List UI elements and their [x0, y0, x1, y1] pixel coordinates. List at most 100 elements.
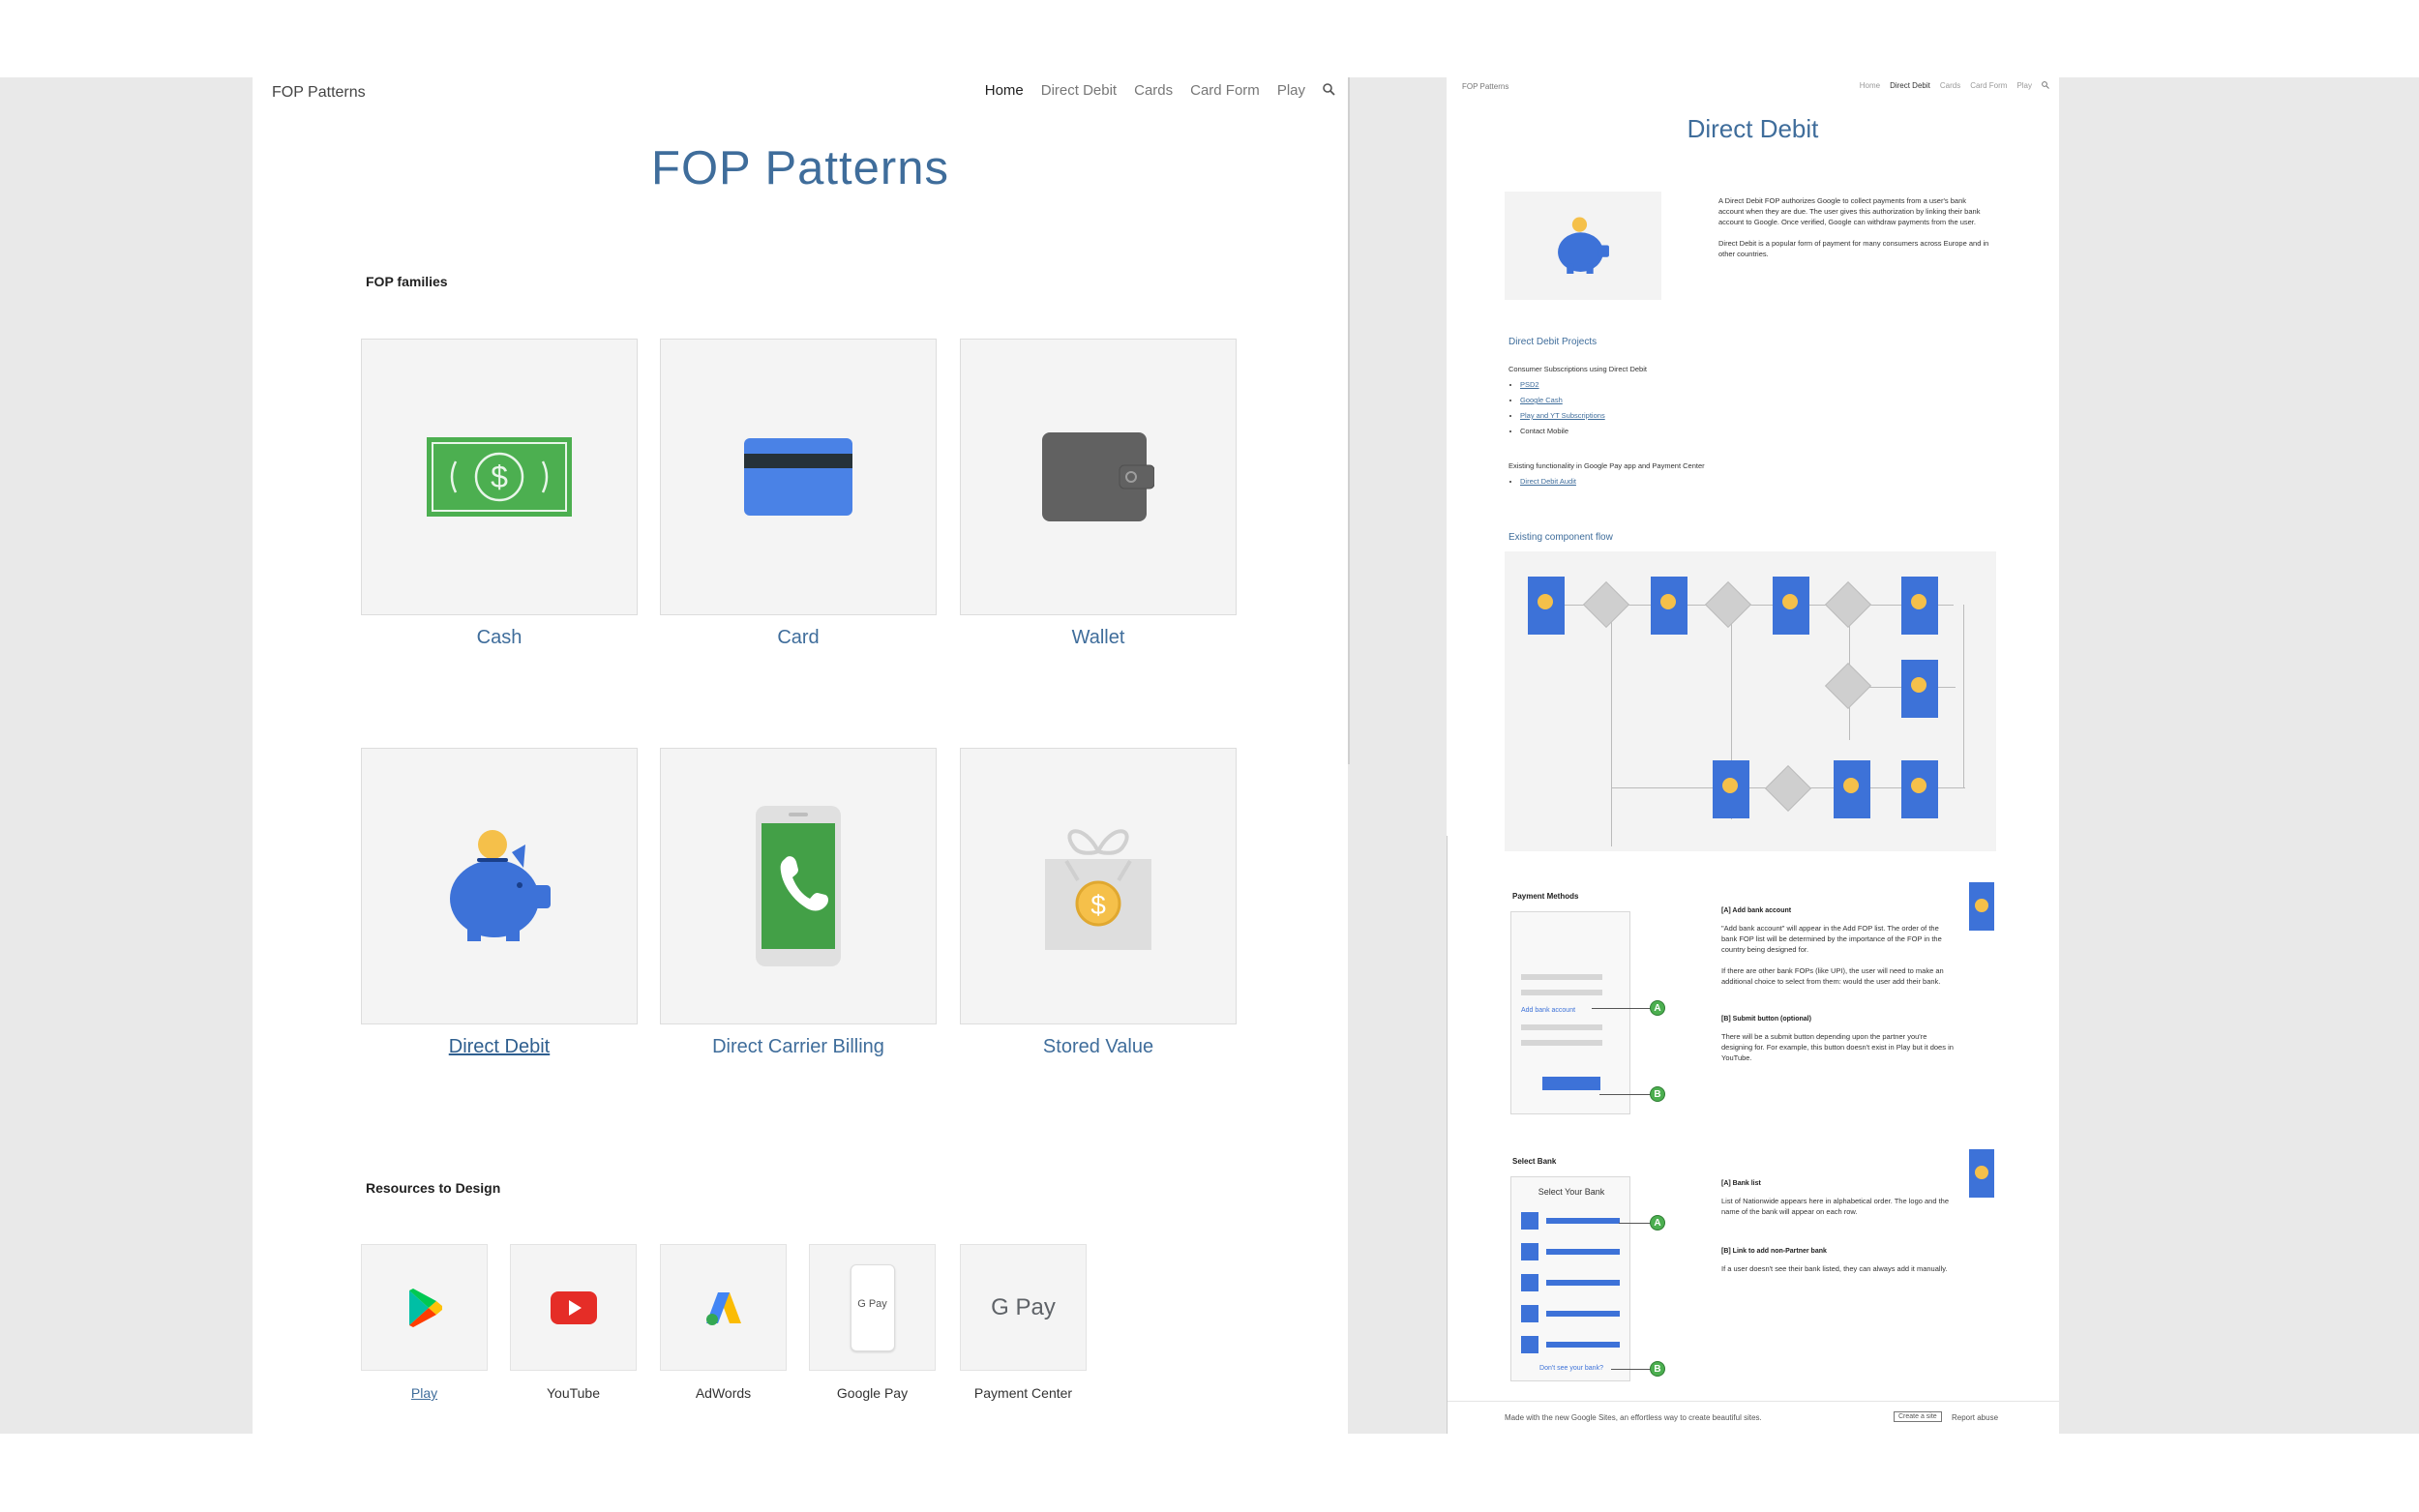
page-divider	[1348, 77, 1350, 764]
tile-card[interactable]	[660, 339, 937, 615]
flow-step-3	[1773, 577, 1809, 635]
adwords-icon	[661, 1245, 786, 1370]
flow-decision	[1704, 580, 1752, 629]
pm-a-title: [A] Add bank account	[1721, 907, 1792, 914]
create-site-button[interactable]: Create a site	[1894, 1411, 1942, 1422]
resource-play[interactable]	[361, 1244, 488, 1371]
list-item[interactable]: Google Cash	[1520, 393, 1605, 408]
svg-text:$: $	[491, 460, 508, 494]
select-bank-mock-title: Select Your Bank	[1538, 1187, 1605, 1197]
resource-label-adwords[interactable]: AdWords	[660, 1385, 787, 1401]
report-abuse-link[interactable]: Report abuse	[1952, 1413, 1998, 1422]
side-thumbnail	[1969, 882, 1994, 931]
tile-label-direct-carrier-billing[interactable]: Direct Carrier Billing	[660, 1036, 937, 1058]
intro-paragraph-1: A Direct Debit FOP authorizes Google to …	[1718, 196, 1981, 226]
resource-adwords[interactable]	[660, 1244, 787, 1371]
tile-cash[interactable]: $	[361, 339, 638, 615]
submit-button[interactable]	[1542, 1077, 1600, 1090]
bank-logo	[1521, 1305, 1538, 1322]
google-pay-logo: G Pay	[991, 1293, 1056, 1320]
flow-step-8	[1901, 760, 1938, 818]
payment-methods-heading: Payment Methods	[1512, 892, 1579, 901]
tile-direct-carrier-billing[interactable]	[660, 748, 937, 1024]
bank-logo	[1521, 1243, 1538, 1260]
bank-name[interactable]	[1546, 1249, 1620, 1255]
piggy-bank-icon	[362, 749, 637, 1023]
resource-payment-center[interactable]: G Pay	[960, 1244, 1087, 1371]
nav-cards[interactable]: Cards	[1134, 82, 1173, 99]
resource-label-youtube[interactable]: YouTube	[510, 1385, 637, 1401]
site-name[interactable]: FOP Patterns	[1462, 82, 1508, 91]
sb-b-title: [B] Link to add non-Partner bank	[1721, 1248, 1827, 1255]
payment-methods-mock: Add bank account	[1510, 911, 1630, 1114]
tile-label-direct-debit[interactable]: Direct Debit	[361, 1036, 638, 1058]
callout-a: A	[1650, 1215, 1665, 1230]
bank-name[interactable]	[1546, 1342, 1620, 1348]
callout-line	[1592, 1008, 1652, 1009]
resource-label-play[interactable]: Play	[361, 1385, 488, 1401]
resource-google-pay[interactable]: G Pay	[809, 1244, 936, 1371]
nav-play[interactable]: Play	[2016, 81, 2032, 91]
tile-label-stored-value[interactable]: Stored Value	[960, 1036, 1237, 1058]
bank-logo	[1521, 1336, 1538, 1353]
bank-name[interactable]	[1546, 1280, 1620, 1286]
flow-decision	[1824, 662, 1872, 710]
page-title: FOP Patterns	[651, 142, 949, 194]
flow-step-4	[1901, 577, 1938, 635]
search-icon[interactable]	[2042, 81, 2049, 91]
side-thumbnail	[1969, 1149, 1994, 1198]
nav-direct-debit[interactable]: Direct Debit	[1890, 81, 1930, 91]
bank-name[interactable]	[1546, 1311, 1620, 1317]
existing-functionality-text: Existing functionality in Google Pay app…	[1508, 461, 1705, 470]
tile-stored-value[interactable]: $	[960, 748, 1237, 1024]
bank-name[interactable]	[1546, 1218, 1620, 1224]
top-nav: Home Direct Debit Cards Card Form Play	[1860, 81, 2049, 91]
page-divider	[1447, 836, 1448, 1434]
nav-direct-debit[interactable]: Direct Debit	[1041, 82, 1117, 99]
tile-label-wallet[interactable]: Wallet	[960, 627, 1237, 649]
placeholder-line	[1521, 974, 1602, 980]
nav-card-form[interactable]: Card Form	[1970, 81, 2007, 91]
nav-home[interactable]: Home	[985, 82, 1024, 99]
bank-logo	[1521, 1212, 1538, 1230]
gift-icon: $	[961, 749, 1236, 1023]
projects-heading: Direct Debit Projects	[1508, 337, 1598, 347]
tile-label-cash[interactable]: Cash	[361, 627, 638, 649]
nav-card-form[interactable]: Card Form	[1190, 82, 1260, 99]
list-item[interactable]: Play and YT Subscriptions	[1520, 408, 1605, 424]
flow-step-6	[1713, 760, 1749, 818]
site-name[interactable]: FOP Patterns	[272, 84, 366, 102]
nav-play[interactable]: Play	[1277, 82, 1305, 99]
select-bank-mock: Select Your Bank Don't see your bank?	[1510, 1176, 1630, 1381]
placeholder-line	[1521, 990, 1602, 995]
flow-decision	[1764, 764, 1812, 813]
intro-paragraph-2: Direct Debit is a popular form of paymen…	[1718, 239, 1989, 258]
add-bank-account-link[interactable]: Add bank account	[1521, 1007, 1575, 1014]
gpay-small-label: G Pay	[857, 1297, 887, 1310]
resource-youtube[interactable]	[510, 1244, 637, 1371]
resource-label-google-pay[interactable]: Google Pay	[809, 1385, 936, 1401]
flow-decision	[1824, 580, 1872, 629]
placeholder-line	[1521, 1040, 1602, 1046]
tile-wallet[interactable]	[960, 339, 1237, 615]
resource-label-payment-center[interactable]: Payment Center	[960, 1385, 1087, 1401]
svg-text:$: $	[1090, 890, 1106, 920]
sb-a-text: List of Nationwide appears here in alpha…	[1721, 1197, 1950, 1216]
flow-connector	[1785, 787, 1965, 788]
list-item[interactable]: PSD2	[1520, 377, 1605, 393]
pm-a-text-2: If there are other bank FOPs (like UPI),…	[1721, 966, 1944, 986]
search-icon[interactable]	[1323, 82, 1335, 99]
nav-home[interactable]: Home	[1860, 81, 1880, 91]
gpay-logo-wrap: G Pay	[961, 1245, 1086, 1370]
placeholder-line	[1521, 1024, 1602, 1030]
flow-step-2	[1651, 577, 1687, 635]
nav-cards[interactable]: Cards	[1940, 81, 1960, 91]
youtube-icon	[511, 1245, 636, 1370]
phone-icon	[661, 749, 936, 1023]
existing-list: Direct Debit Audit	[1508, 474, 1576, 489]
callout-line	[1599, 1094, 1652, 1095]
tile-label-card[interactable]: Card	[660, 627, 937, 649]
flow-step-5	[1901, 660, 1938, 718]
list-item[interactable]: Direct Debit Audit	[1520, 474, 1576, 489]
tile-direct-debit[interactable]	[361, 748, 638, 1024]
